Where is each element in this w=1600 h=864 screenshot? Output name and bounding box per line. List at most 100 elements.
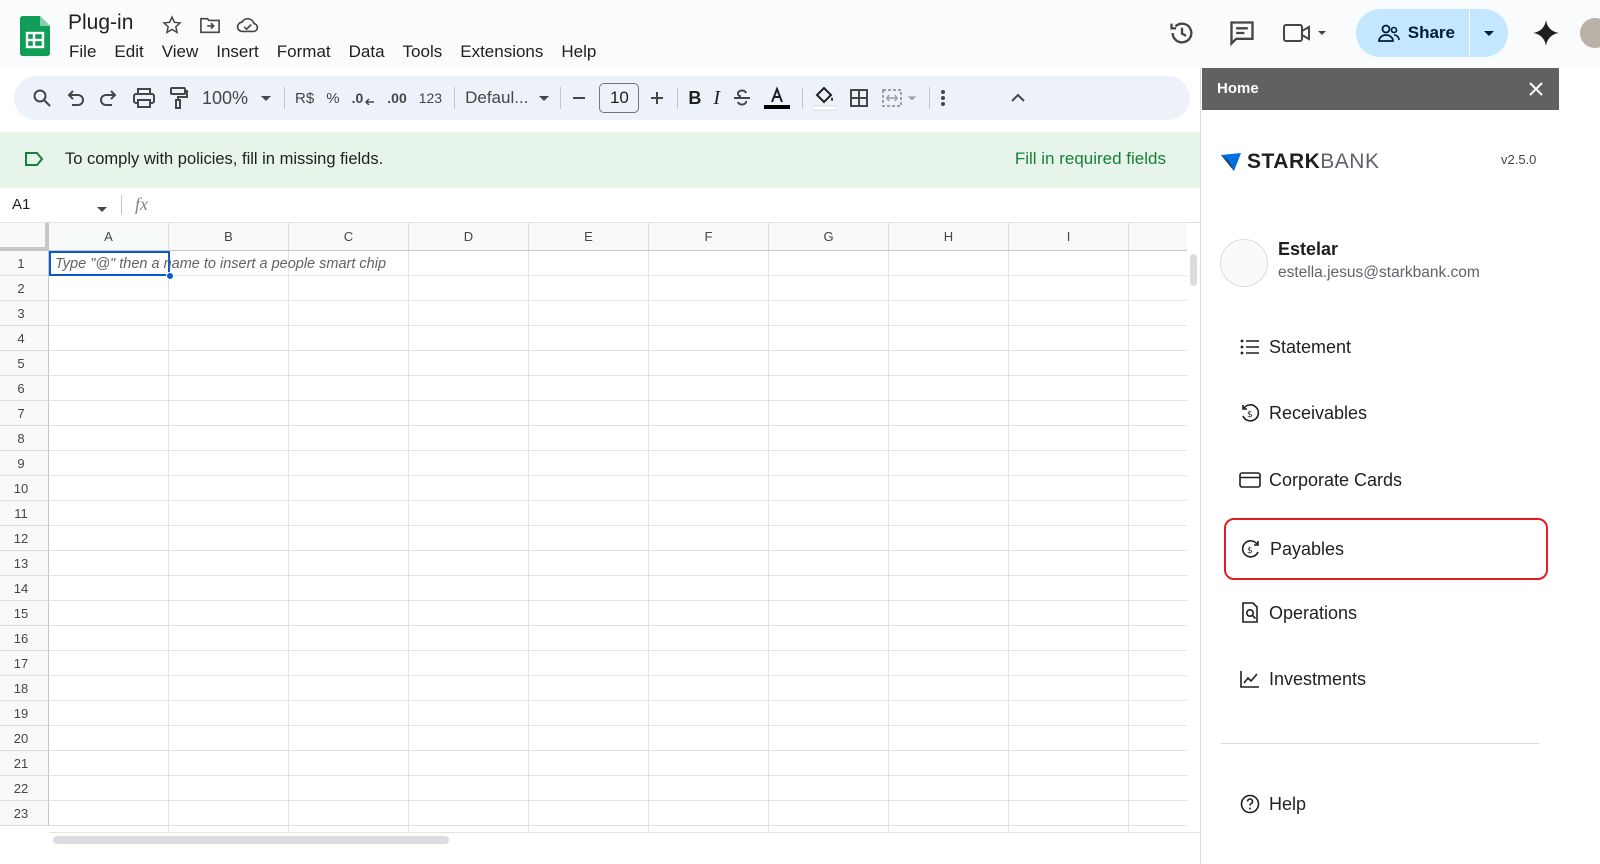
column-header[interactable]: F: [649, 223, 769, 251]
row-header[interactable]: 7: [0, 401, 49, 426]
horizontal-scrollbar[interactable]: [49, 832, 1200, 847]
strikethrough-icon[interactable]: [732, 82, 752, 114]
row-header[interactable]: 1: [0, 251, 49, 276]
cell-area[interactable]: [49, 251, 1187, 832]
version-history-icon[interactable]: [1162, 13, 1202, 53]
row-header[interactable]: 9: [0, 451, 49, 476]
row-header[interactable]: 17: [0, 651, 49, 676]
name-box-caret-icon[interactable]: [96, 202, 108, 220]
fill-required-fields-link[interactable]: Fill in required fields: [1015, 149, 1166, 169]
row-header[interactable]: 10: [0, 476, 49, 501]
column-header[interactable]: H: [889, 223, 1009, 251]
document-title[interactable]: Plug-in: [68, 11, 133, 35]
cloud-status-icon[interactable]: [236, 13, 260, 37]
row-header[interactable]: 12: [0, 526, 49, 551]
row-header[interactable]: 14: [0, 576, 49, 601]
column-header[interactable]: [1129, 223, 1187, 251]
merge-cells-icon[interactable]: [881, 82, 917, 114]
row-header[interactable]: 19: [0, 701, 49, 726]
close-icon[interactable]: [1528, 81, 1544, 102]
row-header[interactable]: 11: [0, 501, 49, 526]
toolbar-divider: [802, 87, 804, 109]
collapse-toolbar-icon[interactable]: [1010, 82, 1026, 114]
row-header[interactable]: 2: [0, 276, 49, 301]
nav-item-corporate-cards[interactable]: Corporate Cards: [1225, 451, 1545, 509]
select-all-corner[interactable]: [0, 223, 49, 251]
format-percent-button[interactable]: %: [326, 82, 339, 114]
name-box[interactable]: A1: [12, 196, 30, 213]
fill-handle[interactable]: [166, 272, 174, 280]
decrease-decimal-button[interactable]: .0: [352, 82, 376, 114]
row-header[interactable]: 5: [0, 351, 49, 376]
row-header[interactable]: 21: [0, 751, 49, 776]
undo-icon[interactable]: [64, 82, 86, 114]
font-family-select[interactable]: Defaul...: [465, 88, 550, 108]
menu-insert[interactable]: Insert: [207, 40, 268, 64]
search-menus-icon[interactable]: [32, 82, 52, 114]
spreadsheet-grid[interactable]: A B C D E F G H I 1 2 3 4 5 6 7 8 9 10 11 12 13 14 15 1…: [0, 223, 1187, 832]
increase-font-size-icon[interactable]: [649, 82, 665, 114]
share-button-group: Share: [1355, 9, 1508, 57]
increase-decimal-button[interactable]: .00: [387, 82, 406, 114]
zoom-select[interactable]: 100%: [202, 88, 272, 109]
menu-format[interactable]: Format: [268, 40, 340, 64]
text-color-icon[interactable]: [764, 82, 791, 114]
vertical-scrollbar[interactable]: [1187, 250, 1200, 832]
column-header[interactable]: E: [529, 223, 649, 251]
menu-tools[interactable]: Tools: [394, 40, 452, 64]
column-header[interactable]: I: [1009, 223, 1129, 251]
nav-item-statement[interactable]: Statement: [1225, 318, 1545, 376]
menu-view[interactable]: View: [153, 40, 208, 64]
fill-color-icon[interactable]: [813, 82, 838, 114]
column-header[interactable]: C: [289, 223, 409, 251]
font-size-input[interactable]: 10: [599, 83, 640, 113]
row-header[interactable]: 22: [0, 776, 49, 801]
row-header[interactable]: 20: [0, 726, 49, 751]
vertical-scroll-thumb[interactable]: [1190, 254, 1197, 286]
paint-format-icon[interactable]: [168, 82, 190, 114]
horizontal-scroll-thumb[interactable]: [53, 836, 449, 844]
row-header[interactable]: 16: [0, 626, 49, 651]
share-button[interactable]: Share: [1356, 9, 1470, 57]
sheets-logo-icon[interactable]: [20, 16, 50, 56]
row-header[interactable]: 8: [0, 426, 49, 451]
borders-icon[interactable]: [849, 82, 869, 114]
row-header[interactable]: 13: [0, 551, 49, 576]
menu-edit[interactable]: Edit: [105, 40, 152, 64]
print-icon[interactable]: [132, 82, 156, 114]
menu-extensions[interactable]: Extensions: [451, 40, 552, 64]
credit-card-icon: [1239, 469, 1261, 491]
comments-icon[interactable]: [1222, 13, 1262, 53]
number-format-button[interactable]: 123: [419, 82, 442, 114]
redo-icon[interactable]: [98, 82, 120, 114]
row-header[interactable]: 3: [0, 301, 49, 326]
decrease-font-size-icon[interactable]: [571, 82, 587, 114]
more-options-icon[interactable]: [940, 82, 946, 114]
nav-item-operations[interactable]: Operations: [1225, 584, 1545, 642]
row-header[interactable]: 18: [0, 676, 49, 701]
menu-file[interactable]: File: [60, 40, 105, 64]
column-header[interactable]: D: [409, 223, 529, 251]
row-header[interactable]: 15: [0, 601, 49, 626]
account-avatar[interactable]: [1580, 18, 1600, 48]
menu-help[interactable]: Help: [552, 40, 605, 64]
nav-item-receivables[interactable]: $ Receivables: [1225, 384, 1545, 442]
meet-button[interactable]: [1282, 21, 1328, 45]
column-header[interactable]: B: [169, 223, 289, 251]
nav-item-payables[interactable]: $ Payables: [1224, 518, 1548, 580]
column-header[interactable]: G: [769, 223, 889, 251]
format-currency-button[interactable]: R$: [295, 82, 314, 114]
column-header[interactable]: A: [49, 223, 169, 251]
gemini-sparkle-icon[interactable]: [1526, 13, 1566, 53]
row-header[interactable]: 6: [0, 376, 49, 401]
bold-button[interactable]: B: [688, 82, 701, 114]
share-dropdown-button[interactable]: [1470, 9, 1508, 57]
menu-data[interactable]: Data: [340, 40, 394, 64]
nav-item-help[interactable]: Help: [1225, 775, 1545, 833]
move-folder-icon[interactable]: [198, 13, 222, 37]
row-header[interactable]: 4: [0, 326, 49, 351]
star-icon[interactable]: [160, 13, 184, 37]
row-header[interactable]: 23: [0, 801, 49, 826]
italic-button[interactable]: I: [713, 82, 720, 114]
nav-item-investments[interactable]: Investments: [1225, 650, 1545, 708]
